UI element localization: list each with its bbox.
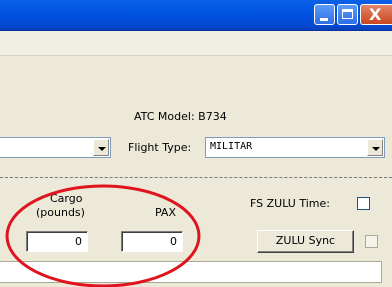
left-combo[interactable] bbox=[0, 137, 111, 158]
maximize-button[interactable] bbox=[337, 4, 358, 25]
cargo-units-label: (pounds) bbox=[36, 206, 85, 219]
chevron-down-icon[interactable] bbox=[367, 139, 383, 156]
fs-zulu-time-checkbox[interactable] bbox=[357, 197, 370, 210]
maximize-icon bbox=[342, 9, 353, 19]
fs-zulu-time-label: FS ZULU Time: bbox=[250, 197, 330, 210]
minimize-button[interactable] bbox=[314, 4, 335, 25]
chevron-down-icon[interactable] bbox=[93, 139, 109, 156]
flight-type-select[interactable]: MILITAR bbox=[205, 137, 385, 158]
atc-model-label: ATC Model: B734 bbox=[134, 110, 227, 123]
cargo-input[interactable]: 0 bbox=[26, 231, 88, 252]
close-button[interactable]: X bbox=[360, 4, 392, 25]
pax-input[interactable]: 0 bbox=[121, 231, 183, 252]
flight-type-label: Flight Type: bbox=[128, 141, 192, 154]
pax-label: PAX bbox=[155, 206, 176, 219]
zulu-sync-button[interactable]: ZULU Sync bbox=[257, 230, 354, 253]
flight-type-value: MILITAR bbox=[210, 141, 253, 152]
close-icon: X bbox=[369, 5, 382, 24]
zulu-sync-checkbox[interactable] bbox=[365, 235, 378, 248]
bottom-text-field[interactable] bbox=[0, 261, 382, 283]
minimize-icon bbox=[320, 18, 328, 21]
cargo-label: Cargo bbox=[50, 192, 83, 205]
section-separator bbox=[0, 177, 392, 178]
toolbar-strip bbox=[0, 31, 392, 56]
